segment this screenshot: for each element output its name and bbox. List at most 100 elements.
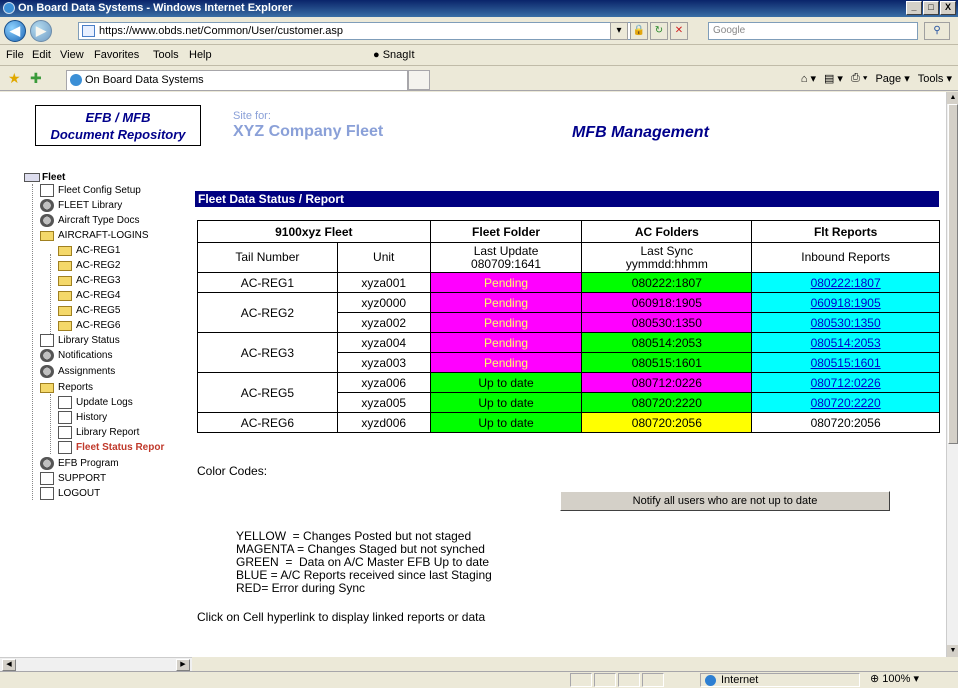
forward-icon[interactable]: ▶ (30, 20, 52, 42)
tree-item-ac-reg1[interactable]: AC-REG1 (58, 243, 120, 258)
search-input[interactable]: Google (708, 22, 918, 40)
ac-sync-cell[interactable]: 080720:2220 (581, 392, 753, 413)
folder-icon (58, 291, 72, 301)
ac-sync-cell[interactable]: 060918:1905 (581, 292, 753, 313)
flt-report-link[interactable]: 060918:1905 (811, 296, 881, 310)
tree-item-update-logs[interactable]: Update Logs (58, 395, 133, 410)
last-sync-format: yymmdd:hhmm (625, 256, 708, 271)
notify-users-button[interactable]: Notify all users who are not up to date (560, 491, 890, 511)
scroll-down-icon[interactable]: ▼ (947, 645, 958, 657)
feeds-icon[interactable]: ▤ ▾ (824, 72, 843, 85)
subheader-unit: Unit (336, 242, 431, 273)
ac-sync-cell[interactable]: 080720:2056 (581, 412, 753, 433)
flt-report-link[interactable]: 080514:2053 (811, 336, 881, 350)
scroll-left-icon[interactable]: ◀ (2, 659, 16, 671)
ac-sync-cell[interactable]: 080530:1350 (581, 312, 753, 333)
gears-icon (40, 214, 54, 227)
minimize-button[interactable]: _ (906, 1, 922, 15)
tree-item-reports[interactable]: Reports (40, 380, 93, 395)
maximize-button[interactable]: □ (923, 1, 939, 15)
tree-item-support[interactable]: SUPPORT (40, 471, 106, 486)
ac-sync-cell[interactable]: 080514:2053 (581, 332, 753, 353)
folder-status-cell[interactable]: Pending (429, 312, 583, 333)
tree-item-library-report[interactable]: Library Report (58, 425, 139, 440)
tree-item-fleet-library[interactable]: FLEET Library (40, 198, 122, 213)
window-titlebar: On Board Data Systems - Windows Internet… (0, 0, 958, 17)
unit-cell: xyza001 (336, 272, 431, 293)
scroll-up-icon[interactable]: ▲ (947, 92, 958, 104)
tree-item-fleet-config[interactable]: Fleet Config Setup (40, 183, 141, 198)
search-icon[interactable]: ⚲ (924, 22, 950, 40)
fleet-status-table: 9100xyz Fleet Fleet Folder AC Folders Fl… (197, 220, 940, 433)
tree-root-fleet[interactable]: Fleet (24, 172, 65, 183)
status-pane (642, 673, 664, 687)
page-menu[interactable]: Page ▾ (875, 72, 909, 85)
tail-cell: AC-REG6 (197, 412, 338, 433)
tree-item-efb-program[interactable]: EFB Program (40, 456, 119, 471)
scroll-thumb[interactable] (948, 104, 958, 444)
tab-obds[interactable]: On Board Data Systems (66, 70, 408, 90)
menu-file[interactable]: File (6, 49, 24, 61)
ac-sync-cell[interactable]: 080515:1601 (581, 352, 753, 373)
tree-item-ac-reg3[interactable]: AC-REG3 (58, 273, 120, 288)
tree-item-ac-reg6[interactable]: AC-REG6 (58, 318, 120, 333)
vertical-scrollbar[interactable]: ▲ ▼ (946, 92, 958, 657)
close-button[interactable]: X (940, 1, 956, 15)
menu-favorites[interactable]: Favorites (94, 49, 139, 61)
flt-report-link[interactable]: 080222:1807 (811, 276, 881, 290)
tree-item-label: SUPPORT (58, 473, 107, 484)
tree-item-fleet-status-report[interactable]: Fleet Status Repor (58, 440, 164, 455)
tree-item-aircraft-logins[interactable]: AIRCRAFT-LOGINS (40, 228, 149, 243)
tab-title: On Board Data Systems (85, 74, 204, 86)
lock-icon[interactable]: 🔒 (630, 22, 648, 40)
new-tab-button[interactable] (408, 70, 430, 90)
tree-item-ac-reg5[interactable]: AC-REG5 (58, 303, 120, 318)
print-icon[interactable]: ⎙ ▾ (851, 72, 867, 85)
menu-edit[interactable]: Edit (32, 49, 51, 61)
menu-bar: File Edit View Favorites Tools Help ● Sn… (0, 46, 958, 66)
tree-item-history[interactable]: History (58, 410, 107, 425)
menu-help[interactable]: Help (189, 49, 212, 61)
add-favorite-icon[interactable]: ✚ (30, 70, 42, 87)
command-bar: ⌂ ▾ ▤ ▾ ⎙ ▾ Page ▾ Tools ▾ (801, 72, 952, 85)
tree-item-assignments[interactable]: Assignments (40, 364, 115, 379)
tree-item-logout[interactable]: LOGOUT (40, 486, 100, 501)
back-icon[interactable]: ◀ (4, 20, 26, 42)
folder-status-cell[interactable]: Pending (429, 332, 583, 353)
horizontal-scrollbar[interactable]: ◀ ▶ (0, 657, 192, 671)
ac-sync-cell[interactable]: 080712:0226 (581, 372, 753, 393)
menu-view[interactable]: View (60, 49, 84, 61)
folder-status-cell[interactable]: Pending (429, 292, 583, 313)
favorites-star-icon[interactable]: ★ (8, 70, 21, 87)
folder-status-cell[interactable]: Up to date (429, 372, 583, 393)
subheader-last-update: Last Update 080709:1641 (429, 242, 583, 273)
tools-menu[interactable]: Tools ▾ (918, 72, 952, 85)
folder-status-cell[interactable]: Up to date (429, 412, 583, 433)
flt-report-link[interactable]: 080515:1601 (811, 356, 881, 370)
menu-tools[interactable]: Tools (153, 49, 179, 61)
tree-item-label: LOGOUT (58, 488, 101, 499)
flt-report-link[interactable]: 080530:1350 (811, 316, 881, 330)
folder-status-cell[interactable]: Pending (429, 352, 583, 373)
scroll-right-icon[interactable]: ▶ (176, 659, 190, 671)
tree-item-notifications[interactable]: Notifications (40, 348, 112, 363)
tree-item-library-status[interactable]: Library Status (40, 333, 120, 348)
tree-item-ac-reg2[interactable]: AC-REG2 (58, 258, 120, 273)
stop-icon[interactable]: ✕ (670, 22, 688, 40)
document-icon (58, 426, 72, 439)
ac-sync-cell[interactable]: 080222:1807 (581, 272, 753, 293)
status-pane (618, 673, 640, 687)
refresh-icon[interactable]: ↻ (650, 22, 668, 40)
flt-report-link[interactable]: 080712:0226 (811, 376, 881, 390)
zoom-control[interactable]: ⊕ 100% ▾ (870, 673, 954, 687)
url-input[interactable]: https://www.obds.net/Common/User/custome… (78, 22, 638, 40)
dropdown-icon[interactable]: ▾ (610, 22, 628, 40)
security-zone[interactable]: Internet (700, 673, 860, 687)
tree-item-aircraft-type-docs[interactable]: Aircraft Type Docs (40, 213, 140, 228)
tree-item-ac-reg4[interactable]: AC-REG4 (58, 288, 120, 303)
folder-status-cell[interactable]: Pending (429, 272, 583, 293)
folder-status-cell[interactable]: Up to date (429, 392, 583, 413)
flt-report-link[interactable]: 080720:2220 (811, 396, 881, 410)
snagit-button[interactable]: ● SnagIt (373, 49, 415, 61)
home-icon[interactable]: ⌂ ▾ (801, 72, 816, 85)
